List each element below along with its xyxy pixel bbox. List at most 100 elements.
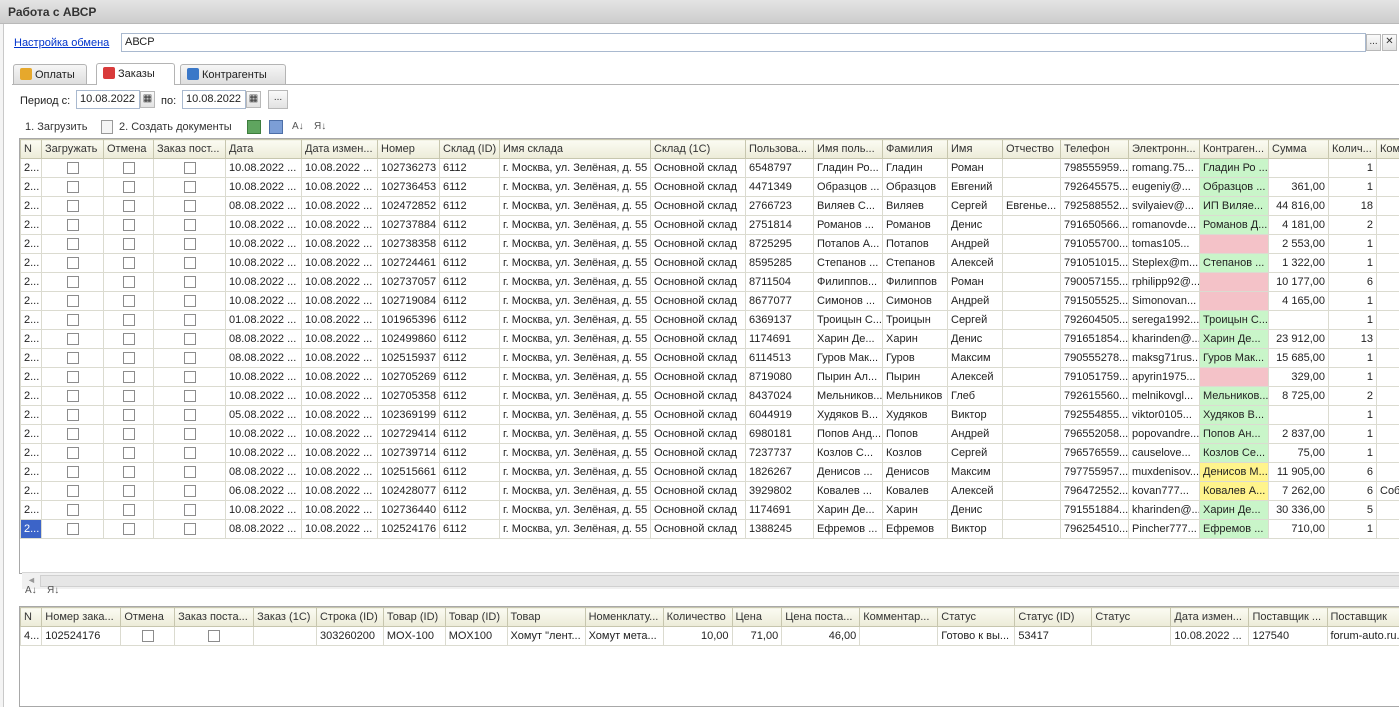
column-header[interactable]: Статус (ID) bbox=[1014, 607, 1093, 627]
column-header[interactable]: Заказ поста... bbox=[174, 607, 255, 627]
column-header[interactable]: Товар bbox=[506, 607, 586, 627]
checkbox-cell[interactable] bbox=[153, 500, 226, 520]
checkbox[interactable] bbox=[66, 522, 79, 535]
table-row[interactable]: 2... 10.08.2022 ... 10.08.2022 ... 10273627… bbox=[20, 158, 1399, 178]
checkbox[interactable] bbox=[122, 389, 135, 402]
table-row[interactable]: 2... 10.08.2022 ... 10.08.2022 ... 10273705… bbox=[20, 272, 1399, 292]
checkbox-cell[interactable] bbox=[103, 253, 154, 273]
checkbox[interactable] bbox=[66, 180, 79, 193]
checkbox[interactable] bbox=[183, 237, 196, 250]
checkbox[interactable] bbox=[183, 370, 196, 383]
period-from-field[interactable]: 10.08.2022 bbox=[76, 90, 140, 109]
column-header[interactable]: Статус bbox=[1091, 607, 1172, 627]
exchange-field[interactable]: АВСР bbox=[121, 33, 1366, 52]
checkbox[interactable] bbox=[66, 427, 79, 440]
checkbox[interactable] bbox=[66, 294, 79, 307]
checkbox-cell[interactable] bbox=[153, 443, 226, 463]
column-header[interactable]: Товар (ID) bbox=[444, 607, 508, 627]
checkbox[interactable] bbox=[122, 351, 135, 364]
checkbox[interactable] bbox=[66, 218, 79, 231]
column-header[interactable]: N bbox=[20, 607, 43, 627]
table-row[interactable]: 2... 05.08.2022 ... 10.08.2022 ... 10236919… bbox=[20, 405, 1399, 425]
column-header[interactable]: Цена bbox=[731, 607, 783, 627]
checkbox[interactable] bbox=[141, 629, 154, 642]
checkbox-cell[interactable] bbox=[41, 443, 104, 463]
checkbox-cell[interactable] bbox=[103, 462, 154, 482]
checkbox[interactable] bbox=[122, 294, 135, 307]
calendar-to-button[interactable]: ▦ bbox=[246, 91, 261, 108]
checkbox[interactable] bbox=[183, 465, 196, 478]
column-header[interactable]: Пользова... bbox=[745, 139, 814, 159]
checkbox-cell[interactable] bbox=[41, 405, 104, 425]
column-header[interactable]: Поставщик bbox=[1326, 607, 1399, 627]
column-header[interactable]: Отмена bbox=[103, 139, 154, 159]
checkbox[interactable] bbox=[66, 465, 79, 478]
checkbox[interactable] bbox=[122, 237, 135, 250]
column-header[interactable]: Поставщик ... bbox=[1248, 607, 1328, 627]
checkbox[interactable] bbox=[183, 275, 196, 288]
checkbox-cell[interactable] bbox=[153, 367, 226, 387]
checkbox[interactable] bbox=[122, 275, 135, 288]
table-row[interactable]: 2... 10.08.2022 ... 10.08.2022 ... 10272941… bbox=[20, 424, 1399, 444]
checkbox-cell[interactable] bbox=[153, 329, 226, 349]
checkbox[interactable] bbox=[122, 180, 135, 193]
checkbox[interactable] bbox=[66, 237, 79, 250]
checkbox-cell[interactable] bbox=[103, 386, 154, 406]
load-button[interactable]: 1. Загрузить bbox=[25, 121, 87, 133]
checkbox-cell[interactable] bbox=[153, 291, 226, 311]
checkbox[interactable] bbox=[66, 256, 79, 269]
checkbox-cell[interactable] bbox=[120, 626, 176, 646]
checkbox-cell[interactable] bbox=[153, 348, 226, 368]
checkbox[interactable] bbox=[66, 161, 79, 174]
checkbox[interactable] bbox=[183, 427, 196, 440]
checkbox-cell[interactable] bbox=[41, 500, 104, 520]
column-header[interactable]: Отмена bbox=[120, 607, 176, 627]
table-row[interactable]: 2... 08.08.2022 ... 10.08.2022 ... 10252417… bbox=[20, 519, 1399, 539]
checkbox-cell[interactable] bbox=[41, 481, 104, 501]
checkbox[interactable] bbox=[66, 389, 79, 402]
checkbox[interactable] bbox=[122, 370, 135, 383]
checkbox-cell[interactable] bbox=[103, 367, 154, 387]
checkbox-cell[interactable] bbox=[103, 158, 154, 178]
checkbox[interactable] bbox=[66, 503, 79, 516]
column-header[interactable]: Статус bbox=[937, 607, 1016, 627]
checkbox[interactable] bbox=[122, 446, 135, 459]
checkbox-cell[interactable] bbox=[103, 348, 154, 368]
checkbox-cell[interactable] bbox=[103, 443, 154, 463]
column-header[interactable]: Дата измен... bbox=[301, 139, 378, 159]
column-header[interactable]: Склад (ID) bbox=[439, 139, 500, 159]
checkbox[interactable] bbox=[183, 313, 196, 326]
checkbox[interactable] bbox=[183, 446, 196, 459]
checkbox-cell[interactable] bbox=[103, 272, 154, 292]
checkbox[interactable] bbox=[66, 199, 79, 212]
column-header[interactable]: Строка (ID) bbox=[315, 607, 384, 627]
checkbox-cell[interactable] bbox=[153, 405, 226, 425]
sort-asc-icon[interactable]: A↓ bbox=[292, 120, 306, 134]
checkbox[interactable] bbox=[66, 408, 79, 421]
checkbox[interactable] bbox=[183, 351, 196, 364]
items-sort-asc-icon[interactable]: A↓ bbox=[25, 584, 39, 598]
column-header[interactable]: Загружать bbox=[41, 139, 104, 159]
create-documents-button[interactable]: 2. Создать документы bbox=[119, 121, 232, 133]
checkbox-cell[interactable] bbox=[103, 215, 154, 235]
checkbox-cell[interactable] bbox=[103, 310, 154, 330]
checkbox-cell[interactable] bbox=[103, 405, 154, 425]
column-header[interactable]: Цена поста... bbox=[781, 607, 861, 627]
checkbox[interactable] bbox=[66, 313, 79, 326]
checkbox-cell[interactable] bbox=[41, 253, 104, 273]
checkbox[interactable] bbox=[66, 484, 79, 497]
column-header[interactable]: Контраген... bbox=[1199, 139, 1269, 159]
table-row[interactable]: 2... 10.08.2022 ... 10.08.2022 ... 10273971… bbox=[20, 443, 1399, 463]
checkbox-cell[interactable] bbox=[153, 424, 226, 444]
checkbox-cell[interactable] bbox=[103, 424, 154, 444]
checkbox-cell[interactable] bbox=[41, 386, 104, 406]
checkbox-cell[interactable] bbox=[103, 329, 154, 349]
checkbox-cell[interactable] bbox=[41, 158, 104, 178]
table-row[interactable]: 2... 10.08.2022 ... 10.08.2022 ... 10273788… bbox=[20, 215, 1399, 235]
column-header[interactable]: Номер bbox=[377, 139, 440, 159]
checkbox-cell[interactable] bbox=[153, 177, 226, 197]
checkbox[interactable] bbox=[66, 351, 79, 364]
column-header[interactable]: Имя bbox=[947, 139, 1003, 159]
checkbox-cell[interactable] bbox=[153, 310, 226, 330]
exchange-settings-link[interactable]: Настройка обмена bbox=[14, 37, 109, 49]
